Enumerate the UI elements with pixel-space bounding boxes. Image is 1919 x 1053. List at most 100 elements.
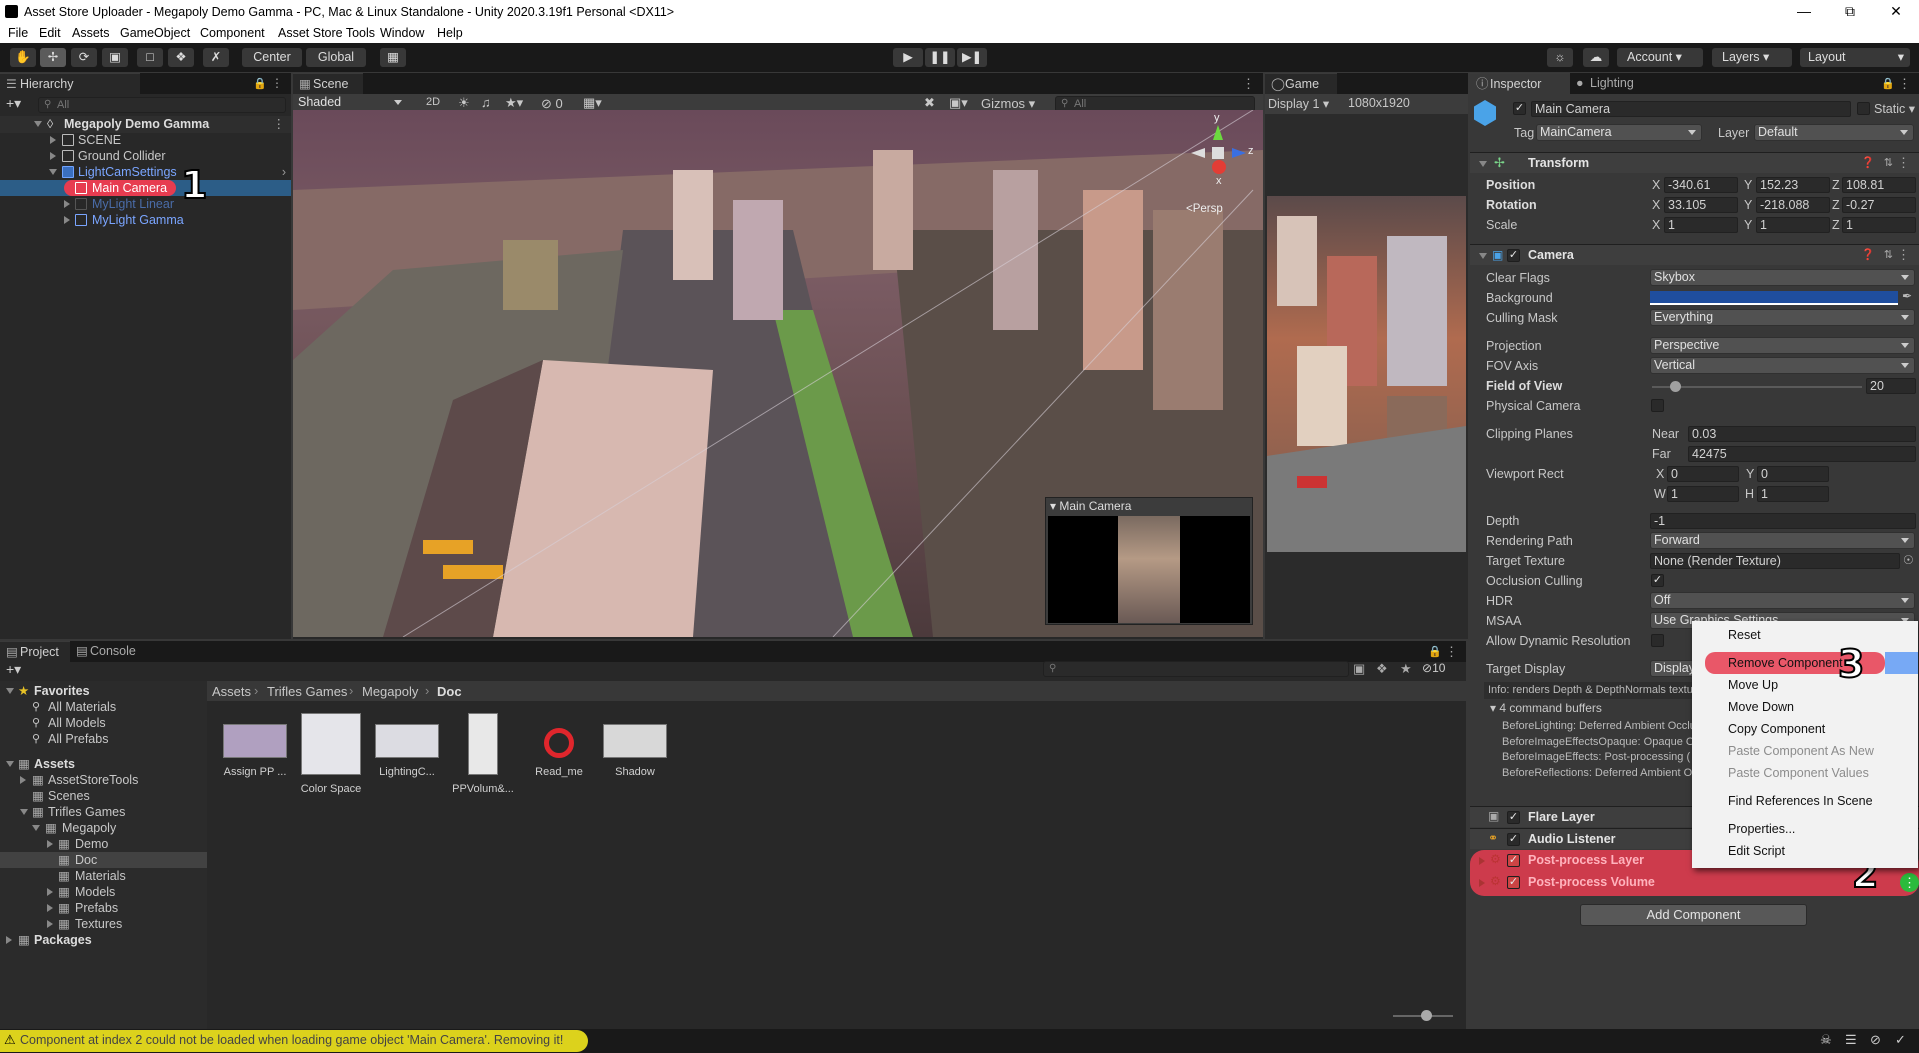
help-icon[interactable]: ❓ [1861,156,1875,169]
kebab-menu-icon[interactable]: ⋮ [1242,76,1255,92]
fov-slider-track[interactable] [1652,386,1862,388]
menu-gameobject[interactable]: GameObject [120,26,190,40]
hierarchy-item-lightcamsettings[interactable]: LightCamSettings › [0,164,291,180]
close-button[interactable]: ✕ [1873,0,1919,24]
post-process-layer-checkbox[interactable]: ✓ [1507,854,1520,867]
object-active-checkbox[interactable]: ✓ [1513,102,1526,115]
expand-arrow-icon[interactable] [47,920,53,928]
tab-scene[interactable]: ▦ Scene [293,73,363,94]
chevron-right-icon[interactable]: › [282,164,286,180]
expand-arrow-icon[interactable] [64,200,70,208]
rotation-x-label[interactable]: X [1652,197,1660,214]
target-texture-field[interactable]: None (Render Texture) [1650,553,1900,569]
display-dropdown[interactable]: Display 1 ▾ [1268,96,1329,111]
fav-all-models[interactable]: ⚲ All Models [0,715,207,731]
position-y-label[interactable]: Y [1744,177,1752,194]
scene-orientation-gizmo[interactable]: y z x [1186,112,1256,195]
minimize-button[interactable]: — [1781,0,1827,24]
rect-tool-icon[interactable]: □ [137,48,163,67]
preset-icon[interactable]: ⇅ [1884,156,1893,169]
layout-dropdown[interactable]: Layout ▾ [1800,48,1910,67]
expand-arrow-icon[interactable] [32,825,40,831]
scene-menu-icon[interactable]: ⋮ [273,116,286,132]
camera-header[interactable]: ▣ ✓ Camera ❓ ⇅ ⋮ [1470,244,1919,265]
hierarchy-item-scene[interactable]: SCENE [0,132,291,148]
folder-megapoly[interactable]: ▦ Megapoly [0,820,207,836]
static-checkbox[interactable] [1857,102,1870,115]
menu-item-paste-values[interactable]: Paste Component Values [1692,762,1918,784]
menu-window[interactable]: Window [380,26,424,40]
menu-assets[interactable]: Assets [72,26,110,40]
projection-dropdown[interactable]: Perspective [1650,337,1915,354]
lighting-toggle-icon[interactable]: ☀ [458,95,470,111]
object-name-field[interactable]: Main Camera [1531,101,1851,117]
folder-materials[interactable]: ▦ Materials [0,868,207,884]
expand-arrow-icon[interactable] [20,776,26,784]
play-button[interactable]: ▶ [893,48,923,67]
dynamic-resolution-checkbox[interactable] [1651,634,1664,647]
hdr-dropdown[interactable]: Off [1650,592,1915,609]
folder-textures[interactable]: ▦ Textures [0,916,207,932]
expand-arrow-icon[interactable] [49,169,57,175]
far-field[interactable]: 42475 [1688,446,1916,462]
component-menu-icon[interactable]: ⋮ [1900,873,1919,892]
position-y-field[interactable]: 152.23 [1756,177,1830,193]
menu-edit[interactable]: Edit [39,26,61,40]
scale-y-label[interactable]: Y [1744,217,1752,234]
kebab-menu-icon[interactable]: ⋮ [1445,644,1458,660]
background-color-swatch[interactable] [1650,291,1898,305]
kebab-menu-icon[interactable]: ⋮ [1898,76,1911,92]
scale-z-field[interactable]: 1 [1842,217,1916,233]
eyedropper-icon[interactable]: ✒ [1902,289,1912,303]
audio-toggle-icon[interactable]: ♫ [481,95,491,110]
move-tool-icon[interactable]: ✢ [40,48,66,67]
scale-y-field[interactable]: 1 [1756,217,1830,233]
menu-component[interactable]: Component [200,26,265,40]
static-dropdown[interactable]: Static ▾ [1874,101,1915,118]
folder-scenes[interactable]: ▦ Scenes [0,788,207,804]
hierarchy-item-main-camera[interactable]: Main Camera [0,180,291,196]
fov-axis-dropdown[interactable]: Vertical [1650,357,1915,374]
layers-dropdown[interactable]: Layers ▾ [1712,48,1792,67]
menu-item-reset[interactable]: Reset [1692,624,1918,646]
mode-2d-toggle[interactable]: 2D [426,96,440,108]
create-asset-button[interactable]: +▾ [6,661,21,678]
audio-listener-checkbox[interactable]: ✓ [1507,833,1520,846]
breadcrumb-trifles-games[interactable]: Trifles Games [267,684,347,699]
rotation-z-field[interactable]: -0.27 [1842,197,1916,213]
rotation-z-label[interactable]: Z [1832,197,1840,214]
hierarchy-search-input[interactable]: ⚲ All [38,97,286,113]
menu-file[interactable]: File [8,26,28,40]
tab-game[interactable]: ◯ Game [1265,73,1337,94]
folder-demo[interactable]: ▦ Demo [0,836,207,852]
tab-inspector[interactable]: ⓘ Inspector [1470,73,1570,94]
component-menu-icon[interactable]: ⋮ [1897,155,1910,171]
pivot-center-button[interactable]: Center [242,48,302,67]
folder-assetstoretools[interactable]: ▦ AssetStoreTools [0,772,207,788]
menu-help[interactable]: Help [437,26,463,40]
expand-arrow-icon[interactable] [50,152,56,160]
object-picker-icon[interactable]: ☉ [1903,553,1914,567]
asset-item[interactable]: Shadow [601,710,669,778]
hierarchy-item-ground-collider[interactable]: Ground Collider [0,148,291,164]
tab-hierarchy[interactable]: ☰ Hierarchy [0,73,140,94]
position-x-label[interactable]: X [1652,177,1660,194]
rendering-path-dropdown[interactable]: Forward [1650,532,1915,549]
collab-icon[interactable]: ☼ [1547,48,1573,67]
kebab-menu-icon[interactable]: ⋮ [271,76,283,90]
scene-viewport[interactable]: y z x <Persp ▾ Main Camera [293,110,1263,637]
tab-console[interactable]: ▤ Console [70,641,158,662]
transform-tool-icon[interactable]: ❖ [168,48,194,67]
hidden-packages-toggle[interactable]: ⊘10 [1422,661,1445,675]
menu-item-paste-as-new[interactable]: Paste Component As New [1692,740,1918,762]
filter-type-icon[interactable]: ▣ [1353,661,1365,677]
asset-item[interactable]: Color Space [297,710,365,795]
component-menu-icon[interactable]: ⋮ [1897,247,1910,263]
assets-root-row[interactable]: ▦ Assets [0,756,207,772]
scale-tool-icon[interactable]: ▣ [102,48,128,67]
post-process-volume-checkbox[interactable]: ✓ [1507,876,1520,889]
menu-item-copy-component[interactable]: Copy Component [1692,718,1918,740]
foldout-arrow-icon[interactable] [1479,161,1487,167]
pause-button[interactable]: ❚❚ [925,48,955,67]
lock-icon[interactable]: 🔒 [253,77,267,90]
